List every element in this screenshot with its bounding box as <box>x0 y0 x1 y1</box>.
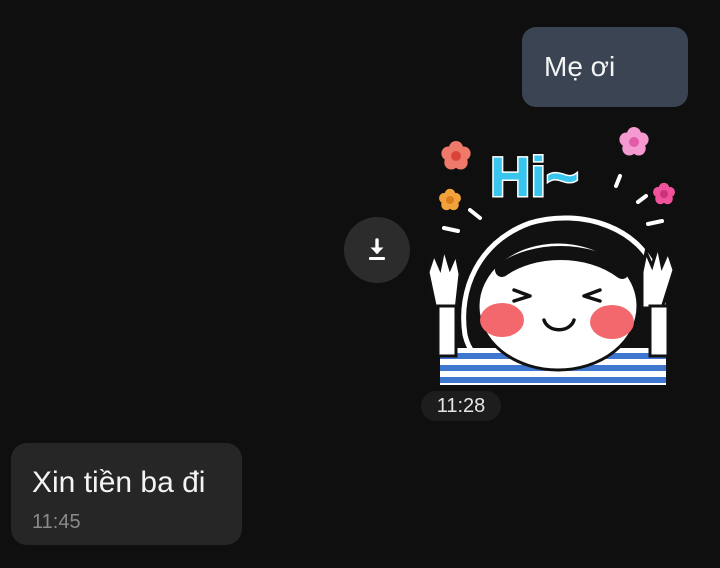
download-icon <box>369 238 385 260</box>
download-sticker-button[interactable] <box>344 217 410 283</box>
flower-icon <box>441 141 471 170</box>
flower-icon <box>619 127 649 156</box>
message-text: Xin tiền ba đi <box>32 466 206 499</box>
sticker-timestamp: 11:28 <box>421 391 501 421</box>
flower-icon <box>439 188 461 211</box>
girl-face <box>476 240 640 372</box>
message-text: Mẹ ơi <box>544 51 616 82</box>
outgoing-message-bubble[interactable]: Mẹ ơi <box>522 27 688 107</box>
message-timestamp: 11:45 <box>32 511 81 533</box>
sticker-lettering: Hi~ <box>490 145 579 208</box>
incoming-message-bubble[interactable]: Xin tiền ba đi 11:45 <box>11 443 242 545</box>
flower-icon <box>653 182 675 205</box>
hi-sticker[interactable]: Hi~ <box>420 120 690 385</box>
